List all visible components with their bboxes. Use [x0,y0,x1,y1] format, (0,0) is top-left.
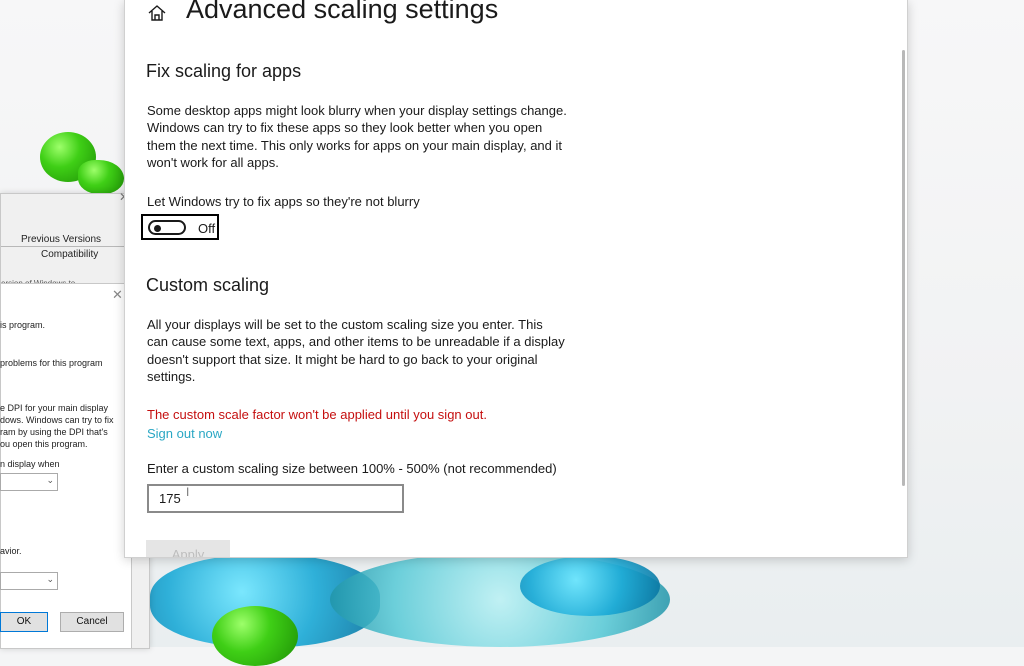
scrollbar[interactable] [902,50,905,486]
fix-apps-toggle[interactable]: Off [141,214,219,240]
custom-scale-label: Enter a custom scaling size between 100%… [147,461,557,476]
fix-scaling-heading: Fix scaling for apps [146,61,302,81]
display-when-select[interactable]: ⌄ [0,473,58,491]
cancel-button[interactable]: Cancel [60,612,124,632]
wallpaper-blue-splash [520,556,660,616]
program-text: is program. [0,320,46,330]
behavior-select[interactable]: ⌄ [0,572,58,590]
toggle-state-label: Off [198,221,216,236]
sign-out-warning: The custom scale factor won't be applied… [147,407,487,422]
chevron-down-icon: ⌄ [46,475,54,485]
settings-window: Advanced scaling settings Fix scaling fo… [124,0,908,558]
toggle-knob [154,224,161,232]
problems-text: problems for this program [0,358,103,368]
display-when-text: n display when [0,459,60,469]
toggle-switch[interactable] [148,220,186,235]
apply-button[interactable]: Apply [146,540,230,557]
home-icon[interactable] [147,3,167,23]
wallpaper-green-drop [212,606,298,666]
tab-compatibility[interactable]: Compatibility [41,249,98,260]
behavior-text: avior. [0,546,22,556]
ok-button[interactable]: OK [0,612,48,632]
sign-out-link[interactable]: Sign out now [147,426,222,441]
close-icon[interactable]: ✕ [112,287,123,303]
wallpaper-green-drop [78,160,124,194]
page-title: Advanced scaling settings [186,0,499,24]
fix-apps-toggle-label: Let Windows try to fix apps so they're n… [147,194,420,209]
chevron-down-icon: ⌄ [46,574,54,584]
fix-scaling-description: Some desktop apps might look blurry when… [147,103,567,170]
custom-scaling-heading: Custom scaling [146,275,270,295]
text-cursor-icon: I [186,485,190,499]
tab-previous-versions[interactable]: Previous Versions [21,234,101,245]
tab-divider [1,246,131,247]
custom-scaling-description: All your displays will be set to the cus… [147,317,565,384]
